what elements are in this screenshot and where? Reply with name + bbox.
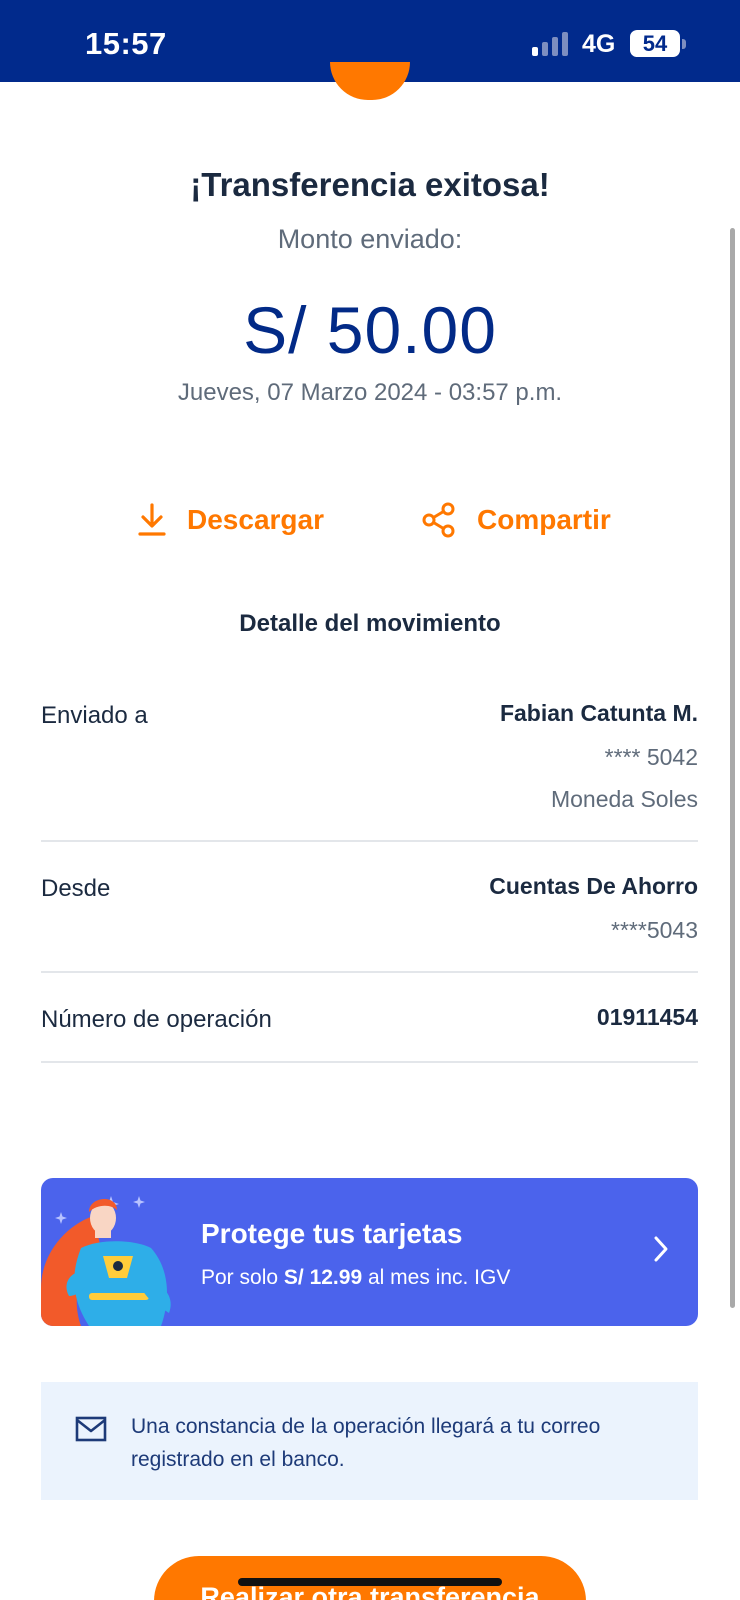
battery-tip	[682, 39, 686, 49]
sent-to-label: Enviado a	[41, 702, 148, 729]
recipient-account: **** 5042	[604, 744, 698, 770]
transaction-datetime: Jueves, 07 Marzo 2024 - 03:57 p.m.	[177, 379, 563, 406]
battery-icon: 54	[630, 30, 680, 57]
download-icon	[137, 503, 167, 537]
promo-subtitle-suffix: al mes inc. IGV	[367, 1266, 511, 1289]
card-protection-banner[interactable]: Protege tus tarjetas Por solo S/ 12.99 a…	[41, 1178, 698, 1326]
email-notice: Una constancia de la operación llegará a…	[41, 1382, 698, 1500]
promo-title: Protege tus tarjetas	[201, 1218, 463, 1249]
recipient-name: Fabian Catunta M.	[499, 700, 698, 726]
operation-number-value: 01911454	[596, 1004, 698, 1030]
source-account-name: Cuentas De Ahorro	[489, 873, 698, 899]
superhero-illustration	[41, 1196, 171, 1326]
divider	[41, 840, 698, 842]
share-label: Compartir	[477, 504, 611, 535]
battery-level: 54	[642, 30, 668, 56]
signal-strength-icon	[532, 32, 568, 56]
home-indicator	[238, 1578, 502, 1586]
recipient-currency: Moneda Soles	[550, 786, 698, 812]
divider	[41, 971, 698, 973]
divider	[41, 1061, 698, 1063]
email-notice-text: Una constancia de la operación llegará a…	[131, 1415, 601, 1471]
amount-label: Monto enviado:	[277, 224, 463, 254]
promo-subtitle-prefix: Por solo	[201, 1266, 279, 1289]
mail-icon	[75, 1416, 107, 1447]
chevron-right-icon	[652, 1234, 670, 1269]
success-badge	[330, 62, 410, 100]
download-label: Descargar	[187, 504, 324, 535]
share-icon	[421, 502, 457, 538]
operation-number-label: Número de operación	[41, 1006, 272, 1033]
promo-subtitle: Por solo S/ 12.99 al mes inc. IGV	[201, 1266, 510, 1290]
network-type: 4G	[582, 30, 616, 58]
download-button[interactable]: Descargar	[137, 500, 324, 540]
amount-value: S/ 50.00	[243, 293, 497, 367]
source-account-number: ****5043	[611, 917, 698, 943]
from-label: Desde	[41, 875, 111, 902]
detail-section-title: Detalle del movimiento	[239, 610, 501, 637]
page-title: ¡Transferencia exitosa!	[190, 166, 550, 203]
share-button[interactable]: Compartir	[421, 500, 611, 540]
status-time: 15:57	[85, 26, 167, 61]
promo-price: S/ 12.99	[283, 1266, 363, 1289]
